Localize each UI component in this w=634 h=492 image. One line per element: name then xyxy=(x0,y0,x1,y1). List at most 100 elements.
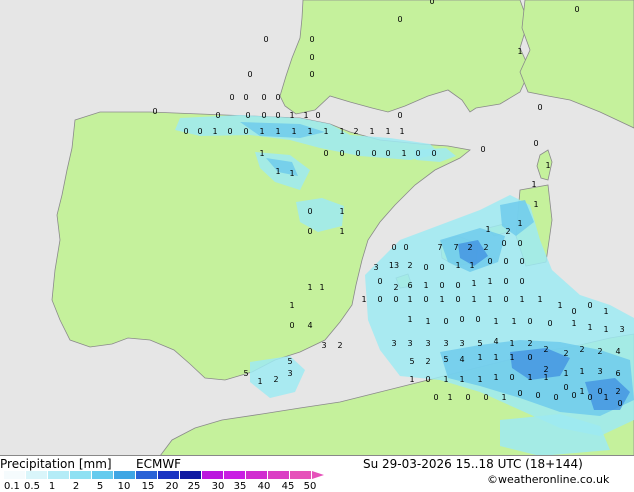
precip-value-marker: 0 xyxy=(355,149,361,158)
colorbar-swatch xyxy=(26,471,48,479)
precip-value-marker: 0 xyxy=(197,127,203,136)
precip-value-marker: 0 xyxy=(487,257,493,266)
colorbar-swatch xyxy=(136,471,158,479)
colorbar-tick-label: 15 xyxy=(141,481,155,492)
precip-value-marker: 2 xyxy=(467,243,473,252)
precip-value-marker: 1 xyxy=(531,180,537,189)
colorbar-tick-label: 10 xyxy=(117,481,131,492)
colorbar-tick-label: 25 xyxy=(187,481,201,492)
precip-value-marker: 0 xyxy=(307,227,313,236)
precip-value-marker: 0 xyxy=(403,243,409,252)
precip-value-marker: 0 xyxy=(503,257,509,266)
precip-value-marker: 1 xyxy=(399,127,405,136)
precip-value-marker: 3 xyxy=(391,339,397,348)
precip-value-marker: 0 xyxy=(571,307,577,316)
colorbar-tick-label: 30 xyxy=(211,481,225,492)
precip-value-marker: 1 xyxy=(487,277,493,286)
precip-value-marker: 3 xyxy=(459,339,465,348)
precip-value-marker: 0 xyxy=(563,383,569,392)
precip-value-marker: 0 xyxy=(425,375,431,384)
precip-value-marker: 0 xyxy=(547,319,553,328)
precip-value-marker: 0 xyxy=(533,139,539,148)
precip-value-marker: 1 xyxy=(603,307,609,316)
precip-value-marker: 5 xyxy=(409,357,415,366)
map-canvas xyxy=(0,0,634,456)
precip-value-marker: 1 xyxy=(443,375,449,384)
colorbar-swatch xyxy=(290,471,312,479)
colorbar-tick-label: 50 xyxy=(303,481,317,492)
precip-value-marker: 0 xyxy=(483,393,489,402)
precip-value-marker: 1 xyxy=(259,127,265,136)
precip-value-marker: 0 xyxy=(480,145,486,154)
colorbar-tick-label: 40 xyxy=(257,481,271,492)
precip-value-marker: 3 xyxy=(425,339,431,348)
colorbar-swatch xyxy=(158,471,180,479)
precip-value-marker: 5 xyxy=(243,369,249,378)
precip-value-marker: 1 xyxy=(425,317,431,326)
precip-value-marker: 1 xyxy=(493,353,499,362)
precip-value-marker: 3 xyxy=(619,325,625,334)
precip-value-marker: 1 xyxy=(511,317,517,326)
precip-value-marker: 2 xyxy=(337,341,343,350)
precip-value-marker: 1 xyxy=(291,127,297,136)
precip-value-marker: 1 xyxy=(289,169,295,178)
precip-value-marker: 1 xyxy=(509,353,515,362)
precip-value-marker: 1 xyxy=(339,207,345,216)
precip-value-marker: 4 xyxy=(615,347,621,356)
precip-value-marker: 0 xyxy=(339,149,345,158)
precip-value-marker: 2 xyxy=(505,227,511,236)
precip-value-marker: 4 xyxy=(459,355,465,364)
precip-value-marker: 4 xyxy=(493,337,499,346)
precip-value-marker: 2 xyxy=(579,345,585,354)
precip-value-marker: 2 xyxy=(483,243,489,252)
precip-value-marker: 1 xyxy=(477,375,483,384)
precip-value-marker: 0 xyxy=(431,149,437,158)
precip-value-marker: 1 xyxy=(275,167,281,176)
precip-value-marker: 0 xyxy=(245,111,251,120)
precip-value-marker: 0 xyxy=(385,149,391,158)
precip-value-marker: 1 xyxy=(527,373,533,382)
precip-value-marker: 0 xyxy=(315,111,321,120)
precip-value-marker: 1 xyxy=(303,111,309,120)
precip-value-marker: 2 xyxy=(527,339,533,348)
precip-value-marker: 1 xyxy=(517,47,523,56)
precip-value-marker: 1 xyxy=(493,373,499,382)
colorbar-swatch xyxy=(180,471,202,479)
precip-value-marker: 0 xyxy=(397,111,403,120)
precip-value-marker: 0 xyxy=(307,207,313,216)
precip-value-marker: 1 xyxy=(259,149,265,158)
precip-value-marker: 0 xyxy=(423,295,429,304)
precip-value-marker: 0 xyxy=(553,393,559,402)
precip-value-marker: 0 xyxy=(227,127,233,136)
precip-value-marker: 0 xyxy=(391,243,397,252)
precip-value-marker: 1 xyxy=(409,375,415,384)
precip-value-marker: 1 xyxy=(509,339,515,348)
precip-value-marker: 0 xyxy=(587,393,593,402)
precip-value-marker: 1 xyxy=(459,375,465,384)
precip-value-marker: 0 xyxy=(423,263,429,272)
precip-value-marker: 0 xyxy=(527,317,533,326)
precip-value-marker: 1 xyxy=(563,369,569,378)
colorbar-tick-label: 2 xyxy=(72,481,80,492)
precip-value-marker: 1 xyxy=(603,393,609,402)
precip-value-marker: 0 xyxy=(309,70,315,79)
precip-value-marker: 5 xyxy=(477,339,483,348)
precip-value-marker: 1 xyxy=(557,301,563,310)
precip-value-marker: 3 xyxy=(407,339,413,348)
precip-value-marker: 2 xyxy=(425,357,431,366)
colorbar-swatch xyxy=(114,471,136,479)
precipitation-map: 0000100000000000001100000100111111211100… xyxy=(0,0,634,456)
precip-value-marker: 0 xyxy=(537,103,543,112)
precip-value-marker: 0 xyxy=(309,35,315,44)
precip-colorbar xyxy=(4,471,324,479)
precip-value-marker: 1 xyxy=(275,127,281,136)
precip-value-marker: 0 xyxy=(455,295,461,304)
precip-value-marker: 1 xyxy=(603,325,609,334)
precip-value-marker: 6 xyxy=(407,281,413,290)
credit-text: ©weatheronline.co.uk xyxy=(487,473,610,486)
precip-value-marker: 2 xyxy=(543,345,549,354)
precip-value-marker: 0 xyxy=(597,387,603,396)
precip-value-marker: 1 xyxy=(307,283,313,292)
precip-value-marker: 0 xyxy=(215,111,221,120)
precip-value-marker: 3 xyxy=(287,369,293,378)
